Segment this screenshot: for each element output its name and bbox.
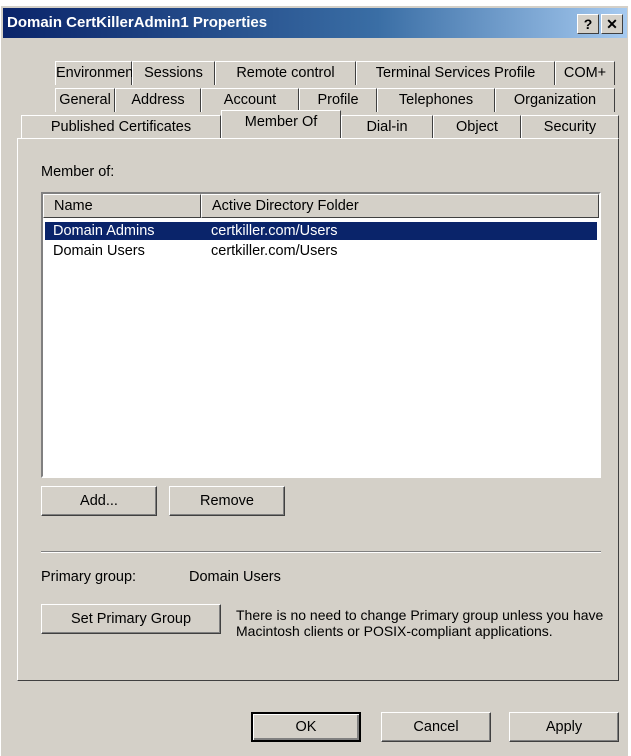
tab-member-of[interactable]: Member Of: [221, 110, 341, 138]
tab-organization[interactable]: Organization: [495, 88, 615, 112]
member-of-label: Member of:: [41, 164, 115, 180]
primary-group-note: There is no need to change Primary group…: [236, 607, 604, 639]
tab-published-certificates[interactable]: Published Certificates: [21, 115, 221, 139]
row-name: Domain Users: [53, 243, 145, 259]
title-bar[interactable]: Domain CertKillerAdmin1 Properties ? ✕: [3, 8, 627, 38]
row-folder: certkiller.com/Users: [211, 223, 338, 239]
tab-security[interactable]: Security: [521, 115, 619, 139]
close-button[interactable]: ✕: [601, 14, 623, 34]
apply-button[interactable]: Apply: [509, 712, 619, 742]
help-button[interactable]: ?: [577, 14, 599, 34]
column-header-folder[interactable]: Active Directory Folder: [201, 194, 599, 218]
tab-telephones[interactable]: Telephones: [377, 88, 495, 112]
table-row[interactable]: Domain Users certkiller.com/Users: [45, 242, 597, 260]
row-folder: certkiller.com/Users: [211, 243, 338, 259]
separator: [41, 551, 601, 553]
member-of-list[interactable]: Name Active Directory Folder Domain Admi…: [41, 192, 601, 478]
tab-object[interactable]: Object: [433, 115, 521, 139]
tab-remote-control[interactable]: Remote control: [215, 61, 356, 85]
tab-sessions[interactable]: Sessions: [132, 61, 215, 85]
tab-general[interactable]: General: [55, 88, 115, 112]
primary-group-value: Domain Users: [189, 569, 281, 585]
tab-profile[interactable]: Profile: [299, 88, 377, 112]
cancel-button[interactable]: Cancel: [381, 712, 491, 742]
window-title: Domain CertKillerAdmin1 Properties: [7, 14, 268, 31]
tab-account[interactable]: Account: [201, 88, 299, 112]
tab-dial-in[interactable]: Dial-in: [341, 115, 433, 139]
add-button[interactable]: Add...: [41, 486, 157, 516]
row-name: Domain Admins: [53, 223, 155, 239]
tab-environment[interactable]: Environment: [55, 61, 137, 85]
column-header-name[interactable]: Name: [43, 194, 201, 218]
set-primary-group-button[interactable]: Set Primary Group: [41, 604, 221, 634]
remove-button[interactable]: Remove: [169, 486, 285, 516]
tab-com-plus[interactable]: COM+: [555, 61, 615, 85]
tab-terminal-services-profile[interactable]: Terminal Services Profile: [356, 61, 555, 85]
tab-address[interactable]: Address: [115, 88, 201, 112]
ok-button[interactable]: OK: [251, 712, 361, 742]
primary-group-label: Primary group:: [41, 569, 137, 585]
properties-dialog: Domain CertKillerAdmin1 Properties ? ✕ E…: [0, 6, 628, 756]
table-row[interactable]: Domain Admins certkiller.com/Users: [45, 222, 597, 240]
